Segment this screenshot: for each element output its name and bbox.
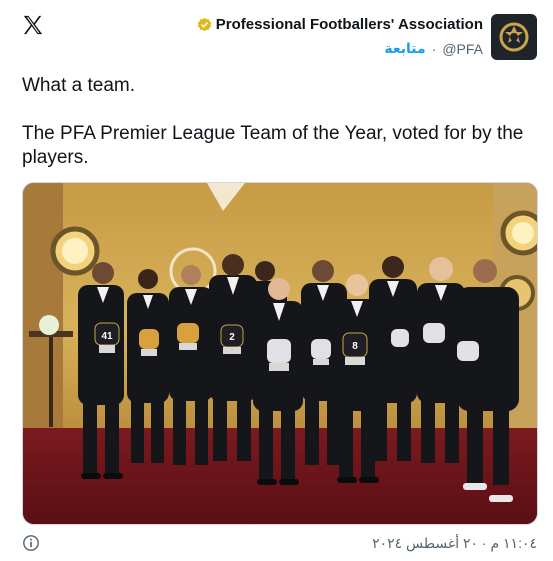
author-handle-row: متابعة · @PFA bbox=[384, 40, 483, 57]
info-icon[interactable] bbox=[22, 534, 40, 552]
tweet-card: Professional Footballers' Association مت… bbox=[0, 0, 553, 561]
trophy-number-2: 2 bbox=[229, 332, 235, 343]
avatar[interactable] bbox=[491, 14, 537, 60]
team-photo-illustration: 41 2 8 bbox=[23, 183, 537, 524]
author-handle[interactable]: @PFA bbox=[442, 41, 483, 57]
trophy-number-41: 41 bbox=[101, 331, 113, 342]
tweet-line-1: What a team. bbox=[22, 75, 135, 96]
pfa-logo-icon bbox=[499, 22, 529, 52]
tweet-line-2: The PFA Premier League Team of the Year,… bbox=[22, 123, 524, 168]
trophy-number-8: 8 bbox=[352, 341, 358, 352]
separator-dot: · bbox=[431, 40, 437, 57]
x-logo-icon[interactable] bbox=[22, 14, 44, 36]
tweet-footer: ١١:٠٤ م · ٢٠ أغسطس ٢٠٢٤ bbox=[22, 532, 537, 554]
tweet-timestamp[interactable]: ١١:٠٤ م · ٢٠ أغسطس ٢٠٢٤ bbox=[372, 535, 537, 552]
author-display-name[interactable]: Professional Footballers' Association bbox=[216, 16, 483, 33]
verified-badge-icon bbox=[197, 17, 211, 32]
author-name-row[interactable]: Professional Footballers' Association bbox=[197, 16, 483, 33]
tweet-photo[interactable]: 41 2 8 bbox=[22, 182, 538, 525]
tweet-text: What a team. The PFA Premier League Team… bbox=[22, 74, 537, 194]
follow-button[interactable]: متابعة bbox=[384, 40, 425, 57]
